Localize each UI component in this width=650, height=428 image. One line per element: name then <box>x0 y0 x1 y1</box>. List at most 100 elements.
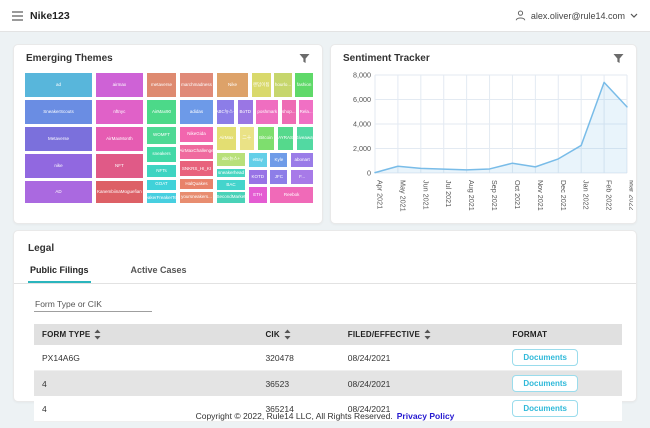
treemap-tile[interactable]: AirMaxChallenge <box>179 144 214 160</box>
treemap-tile[interactable]: Kyle <box>269 152 288 168</box>
treemap-tile[interactable]: NFTs <box>146 164 177 178</box>
treemap-tile[interactable]: fashion <box>294 72 314 98</box>
treemap-tile[interactable]: nftnyc <box>95 99 144 125</box>
treemap-tile[interactable]: WOMFT <box>146 126 177 145</box>
treemap-tile[interactable]: AirMax <box>216 126 237 151</box>
treemap-tile[interactable]: hourlo... <box>273 72 292 98</box>
treemap-tile[interactable]: yoursneakers... <box>179 191 214 204</box>
treemap-tile[interactable]: JFC <box>269 169 288 185</box>
treemap-tile[interactable]: NikeGida <box>179 126 214 143</box>
svg-text:2,000: 2,000 <box>353 144 371 153</box>
treemap-tile[interactable]: Metaverse <box>24 126 93 152</box>
treemap-tile[interactable]: AD <box>24 180 93 204</box>
documents-button[interactable]: Documents <box>512 375 578 392</box>
treemap-tile[interactable]: Reebok <box>269 186 314 204</box>
filed-effective-cell: 08/24/2021 <box>340 371 505 397</box>
column-header-form-type[interactable]: FORM TYPE <box>42 329 249 340</box>
treemap-tile[interactable]: abonart <box>290 152 314 168</box>
user-email: alex.oliver@rule14.com <box>531 11 625 21</box>
treemap-tile[interactable]: NFT <box>95 153 144 179</box>
treemap-tile[interactable]: SneakerFreakerTeam <box>146 192 177 204</box>
sentiment-tracker-title: Sentiment Tracker <box>343 53 430 64</box>
person-icon <box>515 10 526 21</box>
treemap-tile[interactable]: sneakers <box>146 146 177 164</box>
treemap-tile[interactable]: ad <box>24 72 93 98</box>
copyright-text: Copyright © 2022, Rule14 LLC, All Rights… <box>196 411 393 421</box>
form-type-cell: 4 <box>34 371 257 397</box>
treemap-tile[interactable]: F... <box>290 169 314 185</box>
treemap-tile[interactable]: nike <box>24 153 93 179</box>
treemap-tile[interactable]: airmax <box>95 72 144 98</box>
treemap-tile[interactable]: ETH <box>248 186 268 204</box>
brand-title: Nike123 <box>30 10 70 22</box>
treemap-tile[interactable]: adidas <box>179 99 214 125</box>
svg-text:Nov 2021: Nov 2021 <box>536 180 545 211</box>
emerging-themes-panel: Emerging Themes adSneakerScoutsMetaverse… <box>13 44 323 224</box>
user-menu[interactable]: alex.oliver@rule14.com <box>515 10 638 21</box>
treemap-tile[interactable]: AirMaxMonth <box>95 126 144 152</box>
column-header-cik[interactable]: CIK <box>265 329 331 340</box>
svg-text:Jan 2022: Jan 2022 <box>582 180 591 210</box>
treemap-tile[interactable]: Bitcoin <box>257 126 276 151</box>
treemap-tile[interactable]: BoTD <box>237 99 254 125</box>
svg-text:Jul 2021: Jul 2021 <box>444 180 453 207</box>
tab-active-cases[interactable]: Active Cases <box>129 260 189 283</box>
treemap-tile[interactable]: eBay <box>248 152 268 168</box>
treemap-tile[interactable]: Giveaway <box>296 126 314 151</box>
treemap-tile[interactable]: 二十 <box>239 126 255 151</box>
emerging-themes-title: Emerging Themes <box>26 53 113 64</box>
treemap-tile[interactable]: SecondMarket <box>216 191 246 204</box>
themes-treemap: adSneakerScoutsMetaversenikeAD airmaxnftn… <box>24 72 314 204</box>
column-header-format: FORMAT <box>512 330 614 339</box>
treemap-tile[interactable]: abc뉴스+ <box>216 152 246 167</box>
treemap-tile[interactable]: 랜덤이됨 <box>251 72 272 98</box>
top-bar: Nike123 alex.oliver@rule14.com <box>0 0 650 32</box>
documents-button[interactable]: Documents <box>512 349 578 366</box>
form-type-cik-input[interactable] <box>34 297 152 312</box>
legal-title: Legal <box>14 231 636 260</box>
treemap-tile[interactable]: HalQuakes <box>179 178 214 190</box>
treemap-tile[interactable]: SNKRS_HI_KI <box>179 160 214 177</box>
sort-icon[interactable] <box>94 329 101 340</box>
svg-text:Aug 2021: Aug 2021 <box>467 180 476 211</box>
form-type-cell: PX14A6G <box>34 345 257 371</box>
treemap-tile[interactable]: Nike <box>216 72 249 98</box>
treemap-tile[interactable]: KOTD <box>248 169 268 185</box>
sort-icon[interactable] <box>424 329 431 340</box>
sentiment-tracker-panel: Sentiment Tracker 02,0004,0006,0008,000A… <box>330 44 637 224</box>
treemap-tile[interactable]: KanembiinaMoguefian <box>95 180 144 204</box>
svg-text:4,000: 4,000 <box>353 120 371 129</box>
treemap-tile[interactable]: poshmark <box>255 99 279 125</box>
cik-cell: 36523 <box>257 371 339 397</box>
svg-text:May 2021: May 2021 <box>398 180 407 212</box>
column-header-filed-effective[interactable]: FILED/EFFECTIVE <box>348 329 497 340</box>
treemap-tile[interactable]: shop... <box>281 99 297 125</box>
legal-tabs: Public Filings Active Cases <box>14 260 636 284</box>
treemap-tile[interactable]: GOAT <box>146 179 177 191</box>
treemap-tile[interactable]: marchmadness <box>179 72 214 98</box>
treemap-tile[interactable]: AYRAS <box>277 126 294 151</box>
treemap-tile[interactable]: BAC <box>216 179 246 190</box>
table-row: PX14A6G32047808/24/2021Documents <box>34 345 622 371</box>
treemap-tile[interactable]: Rela... <box>298 99 314 125</box>
svg-text:Jun 2021: Jun 2021 <box>421 180 430 210</box>
treemap-tile[interactable]: ABC뉴스+ <box>216 99 235 125</box>
svg-text:Mar 2022: Mar 2022 <box>628 180 634 210</box>
treemap-tile[interactable]: sneakerhead <box>216 168 246 179</box>
tab-public-filings[interactable]: Public Filings <box>28 260 91 283</box>
svg-text:Feb 2022: Feb 2022 <box>605 180 614 210</box>
sort-icon[interactable] <box>284 329 291 340</box>
privacy-policy-link[interactable]: Privacy Policy <box>397 411 455 421</box>
table-row: 43652308/24/2021 Documents <box>34 371 622 397</box>
svg-text:0: 0 <box>367 169 371 178</box>
hamburger-menu-icon[interactable] <box>12 11 23 21</box>
treemap-tile[interactable]: AirMax90 <box>146 99 177 125</box>
treemap-tile[interactable]: SneakerScouts <box>24 99 93 125</box>
svg-text:Dec 2021: Dec 2021 <box>559 180 568 211</box>
treemap-tile[interactable]: metaverse <box>146 72 177 98</box>
filter-icon[interactable] <box>299 53 310 64</box>
filed-effective-cell: 08/24/2021 <box>340 345 505 371</box>
svg-text:8,000: 8,000 <box>353 71 371 80</box>
sentiment-line-chart: 02,0004,0006,0008,000Apr 2021May 2021Jun… <box>337 69 633 221</box>
filter-icon[interactable] <box>613 53 624 64</box>
